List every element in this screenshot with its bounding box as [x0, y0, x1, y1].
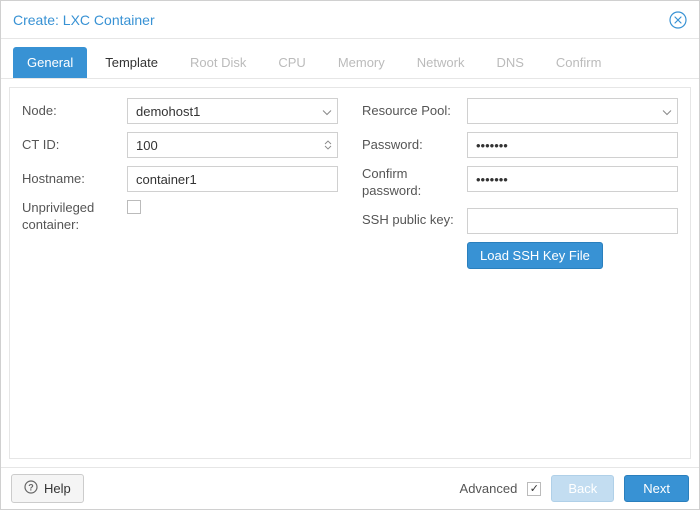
form-area: Node: CT ID:	[9, 87, 691, 459]
svg-text:?: ?	[28, 483, 34, 493]
confirm-password-input[interactable]	[467, 166, 678, 192]
ssh-key-control	[467, 208, 678, 234]
hostname-control	[127, 166, 338, 192]
password-control	[467, 132, 678, 158]
resource-pool-dropdown[interactable]	[467, 98, 678, 124]
hostname-label: Hostname:	[22, 171, 127, 188]
resource-pool-label: Resource Pool:	[362, 103, 467, 120]
tab-dns[interactable]: DNS	[482, 47, 537, 78]
dialog-body: Node: CT ID:	[1, 79, 699, 509]
ssh-key-label: SSH public key:	[362, 212, 467, 229]
help-icon: ?	[24, 480, 38, 497]
hostname-input[interactable]	[127, 166, 338, 192]
node-input[interactable]	[127, 98, 338, 124]
help-button[interactable]: ? Help	[11, 474, 84, 503]
password-field: Password:	[362, 132, 678, 158]
help-label: Help	[44, 481, 71, 496]
unprivileged-control	[127, 200, 338, 217]
tab-confirm[interactable]: Confirm	[542, 47, 616, 78]
ctid-input[interactable]	[127, 132, 338, 158]
tab-bar: General Template Root Disk CPU Memory Ne…	[1, 39, 699, 79]
right-column: Resource Pool: Password: Confir	[362, 98, 678, 448]
advanced-label: Advanced	[460, 481, 518, 496]
confirm-password-control	[467, 166, 678, 192]
ssh-key-input[interactable]	[467, 208, 678, 234]
window-title: Create: LXC Container	[13, 12, 155, 28]
bottom-bar: ? Help Advanced Back Next	[1, 467, 699, 509]
advanced-checkbox[interactable]	[527, 482, 541, 496]
ctid-field: CT ID:	[22, 132, 338, 158]
hostname-field: Hostname:	[22, 166, 338, 192]
tab-memory[interactable]: Memory	[324, 47, 399, 78]
next-button[interactable]: Next	[624, 475, 689, 502]
dialog-window: Create: LXC Container General Template R…	[0, 0, 700, 510]
node-label: Node:	[22, 103, 127, 120]
unprivileged-label: Unprivileged container:	[22, 200, 127, 234]
resource-pool-field: Resource Pool:	[362, 98, 678, 124]
tab-general[interactable]: General	[13, 47, 87, 78]
password-input[interactable]	[467, 132, 678, 158]
unprivileged-field: Unprivileged container:	[22, 200, 338, 234]
tab-template[interactable]: Template	[91, 47, 172, 78]
ssh-key-field: SSH public key:	[362, 208, 678, 234]
password-label: Password:	[362, 137, 467, 154]
back-button[interactable]: Back	[551, 475, 614, 502]
ctid-spinner[interactable]	[127, 132, 338, 158]
confirm-password-label: Confirm password:	[362, 166, 467, 200]
bottom-right: Advanced Back Next	[460, 475, 689, 502]
node-dropdown[interactable]	[127, 98, 338, 124]
tab-cpu[interactable]: CPU	[264, 47, 319, 78]
close-icon[interactable]	[669, 11, 687, 29]
resource-pool-input[interactable]	[467, 98, 678, 124]
left-column: Node: CT ID:	[22, 98, 338, 448]
unprivileged-checkbox[interactable]	[127, 200, 141, 214]
tab-root-disk[interactable]: Root Disk	[176, 47, 260, 78]
load-ssh-key-button[interactable]: Load SSH Key File	[467, 242, 603, 269]
ssh-btn-row: Load SSH Key File	[362, 242, 678, 269]
node-field: Node:	[22, 98, 338, 124]
tab-network[interactable]: Network	[403, 47, 479, 78]
titlebar: Create: LXC Container	[1, 1, 699, 39]
ctid-label: CT ID:	[22, 137, 127, 154]
confirm-password-field: Confirm password:	[362, 166, 678, 200]
